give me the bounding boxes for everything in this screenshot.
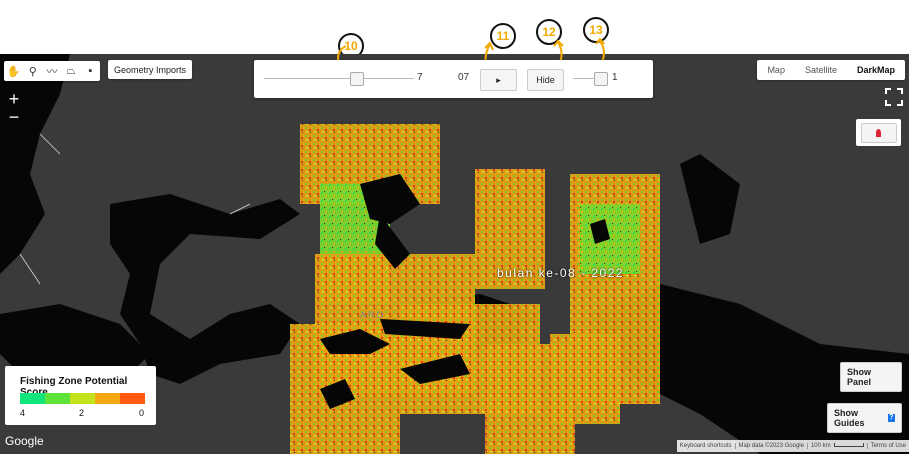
line-icon[interactable]: 〰 — [45, 63, 59, 79]
drawing-toolbar: ✋ ⚲ 〰 ⏢ ▪ — [4, 61, 100, 81]
map-type-map[interactable]: Map — [757, 60, 795, 80]
legend-color-bar — [20, 393, 145, 404]
rectangle-icon[interactable]: ▪ — [83, 65, 97, 77]
legend-label-high: 4 — [20, 408, 26, 418]
scale-bar[interactable]: 100 km — [808, 443, 868, 449]
geometry-imports-button[interactable]: Geometry Imports — [108, 60, 193, 79]
month-slider-value: 7 — [417, 72, 423, 83]
control-panel: 7 07 ▸ Hide 1 — [254, 60, 653, 98]
map-data-text: Map data ©2023 Google — [736, 443, 808, 449]
legend-panel: Fishing Zone Potential Score 4 2 0 — [5, 366, 156, 425]
map-type-darkmap[interactable]: DarkMap — [847, 60, 905, 80]
keyboard-shortcuts-link[interactable]: Keyboard shortcuts — [677, 443, 736, 449]
zoom-in-button[interactable]: + — [5, 90, 23, 108]
show-panel-container: Show Panel — [840, 362, 902, 392]
polygon-icon[interactable]: ⏢ — [64, 65, 78, 78]
help-icon: ? — [887, 414, 895, 422]
legend-label-low: 0 — [139, 408, 145, 418]
region-label: ARO — [360, 310, 386, 320]
legend-label-mid: 2 — [79, 408, 85, 418]
zoom-out-button[interactable]: − — [5, 108, 23, 126]
show-guides-container: Show Guides? — [827, 403, 902, 433]
annotation-label: 13 — [589, 23, 603, 37]
legend-swatch — [95, 393, 120, 404]
pin-button[interactable] — [860, 122, 897, 143]
hand-icon[interactable]: ✋ — [7, 65, 21, 78]
opacity-slider-thumb[interactable] — [594, 72, 608, 86]
show-guides-label: Show Guides — [834, 408, 865, 428]
month-overlay-label: bulan ke-08 - 2022 — [497, 266, 625, 280]
legend-swatch — [20, 393, 45, 404]
geometry-imports-label: Geometry Imports — [114, 64, 187, 75]
google-logo: Google — [5, 434, 44, 448]
show-panel-button[interactable]: Show Panel — [840, 362, 902, 392]
month-slider-thumb[interactable] — [350, 72, 364, 86]
annotation-label: 12 — [542, 25, 556, 39]
month-text: 07 — [458, 72, 470, 83]
legend-swatch — [120, 393, 145, 404]
map-attribution: Keyboard shortcuts Map data ©2023 Google… — [676, 440, 909, 452]
play-button[interactable]: ▸ — [480, 69, 517, 91]
legend-swatch — [45, 393, 70, 404]
show-panel-label: Show Panel — [847, 367, 872, 387]
scale-line — [833, 443, 864, 447]
annotation-label: 11 — [496, 29, 510, 43]
terms-link[interactable]: Terms of Use — [868, 443, 909, 449]
month-slider-track[interactable] — [264, 78, 414, 79]
scale-text: 100 km — [810, 443, 831, 449]
pin-icon — [876, 128, 881, 137]
show-guides-button[interactable]: Show Guides? — [827, 403, 902, 433]
marker-icon[interactable]: ⚲ — [26, 65, 40, 78]
legend-swatch — [70, 393, 95, 404]
hide-button[interactable]: Hide — [527, 69, 564, 91]
opacity-slider-value: 1 — [612, 72, 618, 83]
map-type-satellite[interactable]: Satellite — [795, 60, 847, 80]
zoom-controls: + − — [5, 90, 23, 126]
fullscreen-icon[interactable] — [884, 87, 904, 107]
pin-tool-panel — [856, 119, 901, 146]
map-type-control: Map Satellite DarkMap — [757, 60, 905, 80]
